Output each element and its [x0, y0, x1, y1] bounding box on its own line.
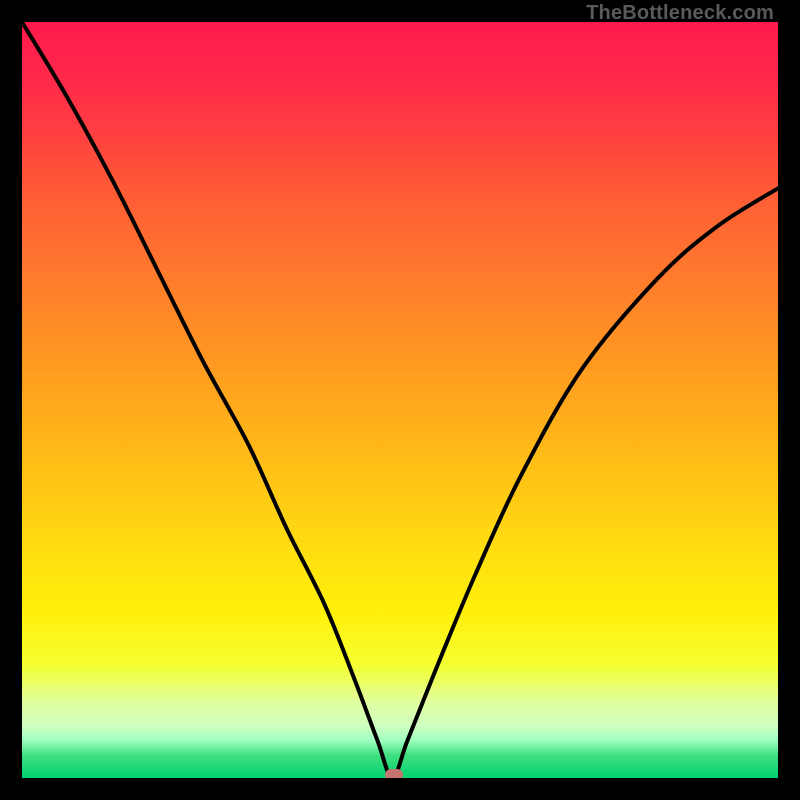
watermark-text: TheBottleneck.com: [586, 2, 774, 25]
chart-frame: [0, 0, 800, 800]
